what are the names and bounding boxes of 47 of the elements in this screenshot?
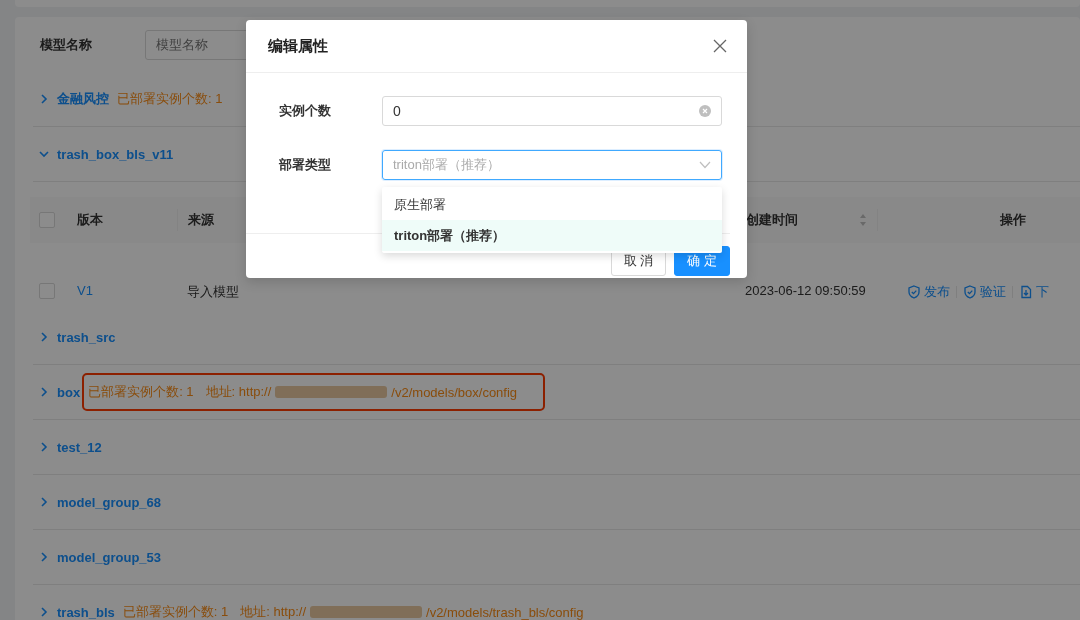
address-path: /v2/models/trash_bls/config bbox=[426, 604, 584, 620]
filter-label: 模型名称 bbox=[40, 35, 93, 54]
dropdown-option[interactable]: triton部署（推荐） bbox=[382, 220, 722, 251]
address-path: /v2/models/box/config bbox=[391, 384, 518, 400]
chevron-icon[interactable] bbox=[39, 607, 49, 617]
action-link[interactable]: 下 bbox=[1019, 283, 1049, 301]
field-label: 实例个数 bbox=[279, 102, 332, 120]
instance-count-field[interactable]: 0 bbox=[382, 96, 722, 126]
group-name[interactable]: trash_box_bls_v11 bbox=[57, 146, 174, 162]
group-name[interactable]: trash_src bbox=[57, 329, 116, 345]
group-name[interactable]: model_group_68 bbox=[57, 494, 162, 510]
group-name[interactable]: model_group_53 bbox=[57, 549, 162, 565]
chevron-icon[interactable] bbox=[39, 552, 49, 562]
instance-count: 已部署实例个数: 1 bbox=[88, 383, 194, 401]
chevron-icon[interactable] bbox=[39, 387, 49, 397]
group-name[interactable]: 金融风控 bbox=[57, 90, 109, 108]
dropdown-option[interactable]: 原生部署 bbox=[382, 189, 722, 220]
address-label: 地址: http:// bbox=[240, 603, 307, 620]
table-cell: 导入模型 bbox=[187, 284, 239, 299]
chevron-icon[interactable] bbox=[39, 497, 49, 507]
shield-check-icon bbox=[907, 285, 921, 299]
chevron-icon[interactable] bbox=[39, 94, 49, 104]
sort-icon[interactable] bbox=[859, 213, 867, 227]
column-header: 操作 bbox=[999, 211, 1026, 229]
instance-count: 已部署实例个数: 1 bbox=[117, 90, 223, 108]
download-icon bbox=[1019, 285, 1033, 299]
close-icon[interactable] bbox=[713, 39, 727, 53]
action-link[interactable]: 验证 bbox=[963, 283, 1006, 301]
address-label: 地址: http:// bbox=[205, 383, 272, 401]
table-cell: 2023-06-12 09:50:59 bbox=[745, 283, 866, 298]
column-header: 来源 bbox=[188, 211, 214, 229]
shield-check-icon bbox=[963, 285, 977, 299]
field-label: 部署类型 bbox=[279, 156, 332, 174]
chevron-icon[interactable] bbox=[39, 332, 49, 342]
instance-count: 已部署实例个数: 1 bbox=[122, 603, 229, 620]
column-header: 创建时间 bbox=[746, 211, 798, 229]
chevron-down-icon bbox=[699, 161, 711, 169]
deploy-type-select[interactable]: triton部署（推荐） bbox=[382, 150, 722, 180]
group-name[interactable]: trash_bls bbox=[57, 604, 115, 620]
version-link[interactable]: V1 bbox=[77, 283, 93, 298]
chevron-icon[interactable] bbox=[39, 442, 49, 452]
column-header: 版本 bbox=[77, 211, 103, 229]
group-name[interactable]: test_12 bbox=[57, 439, 102, 455]
action-link[interactable]: 发布 bbox=[907, 283, 950, 301]
chevron-icon[interactable] bbox=[39, 149, 49, 159]
group-name[interactable]: box bbox=[57, 384, 81, 400]
clear-icon[interactable] bbox=[699, 105, 711, 117]
